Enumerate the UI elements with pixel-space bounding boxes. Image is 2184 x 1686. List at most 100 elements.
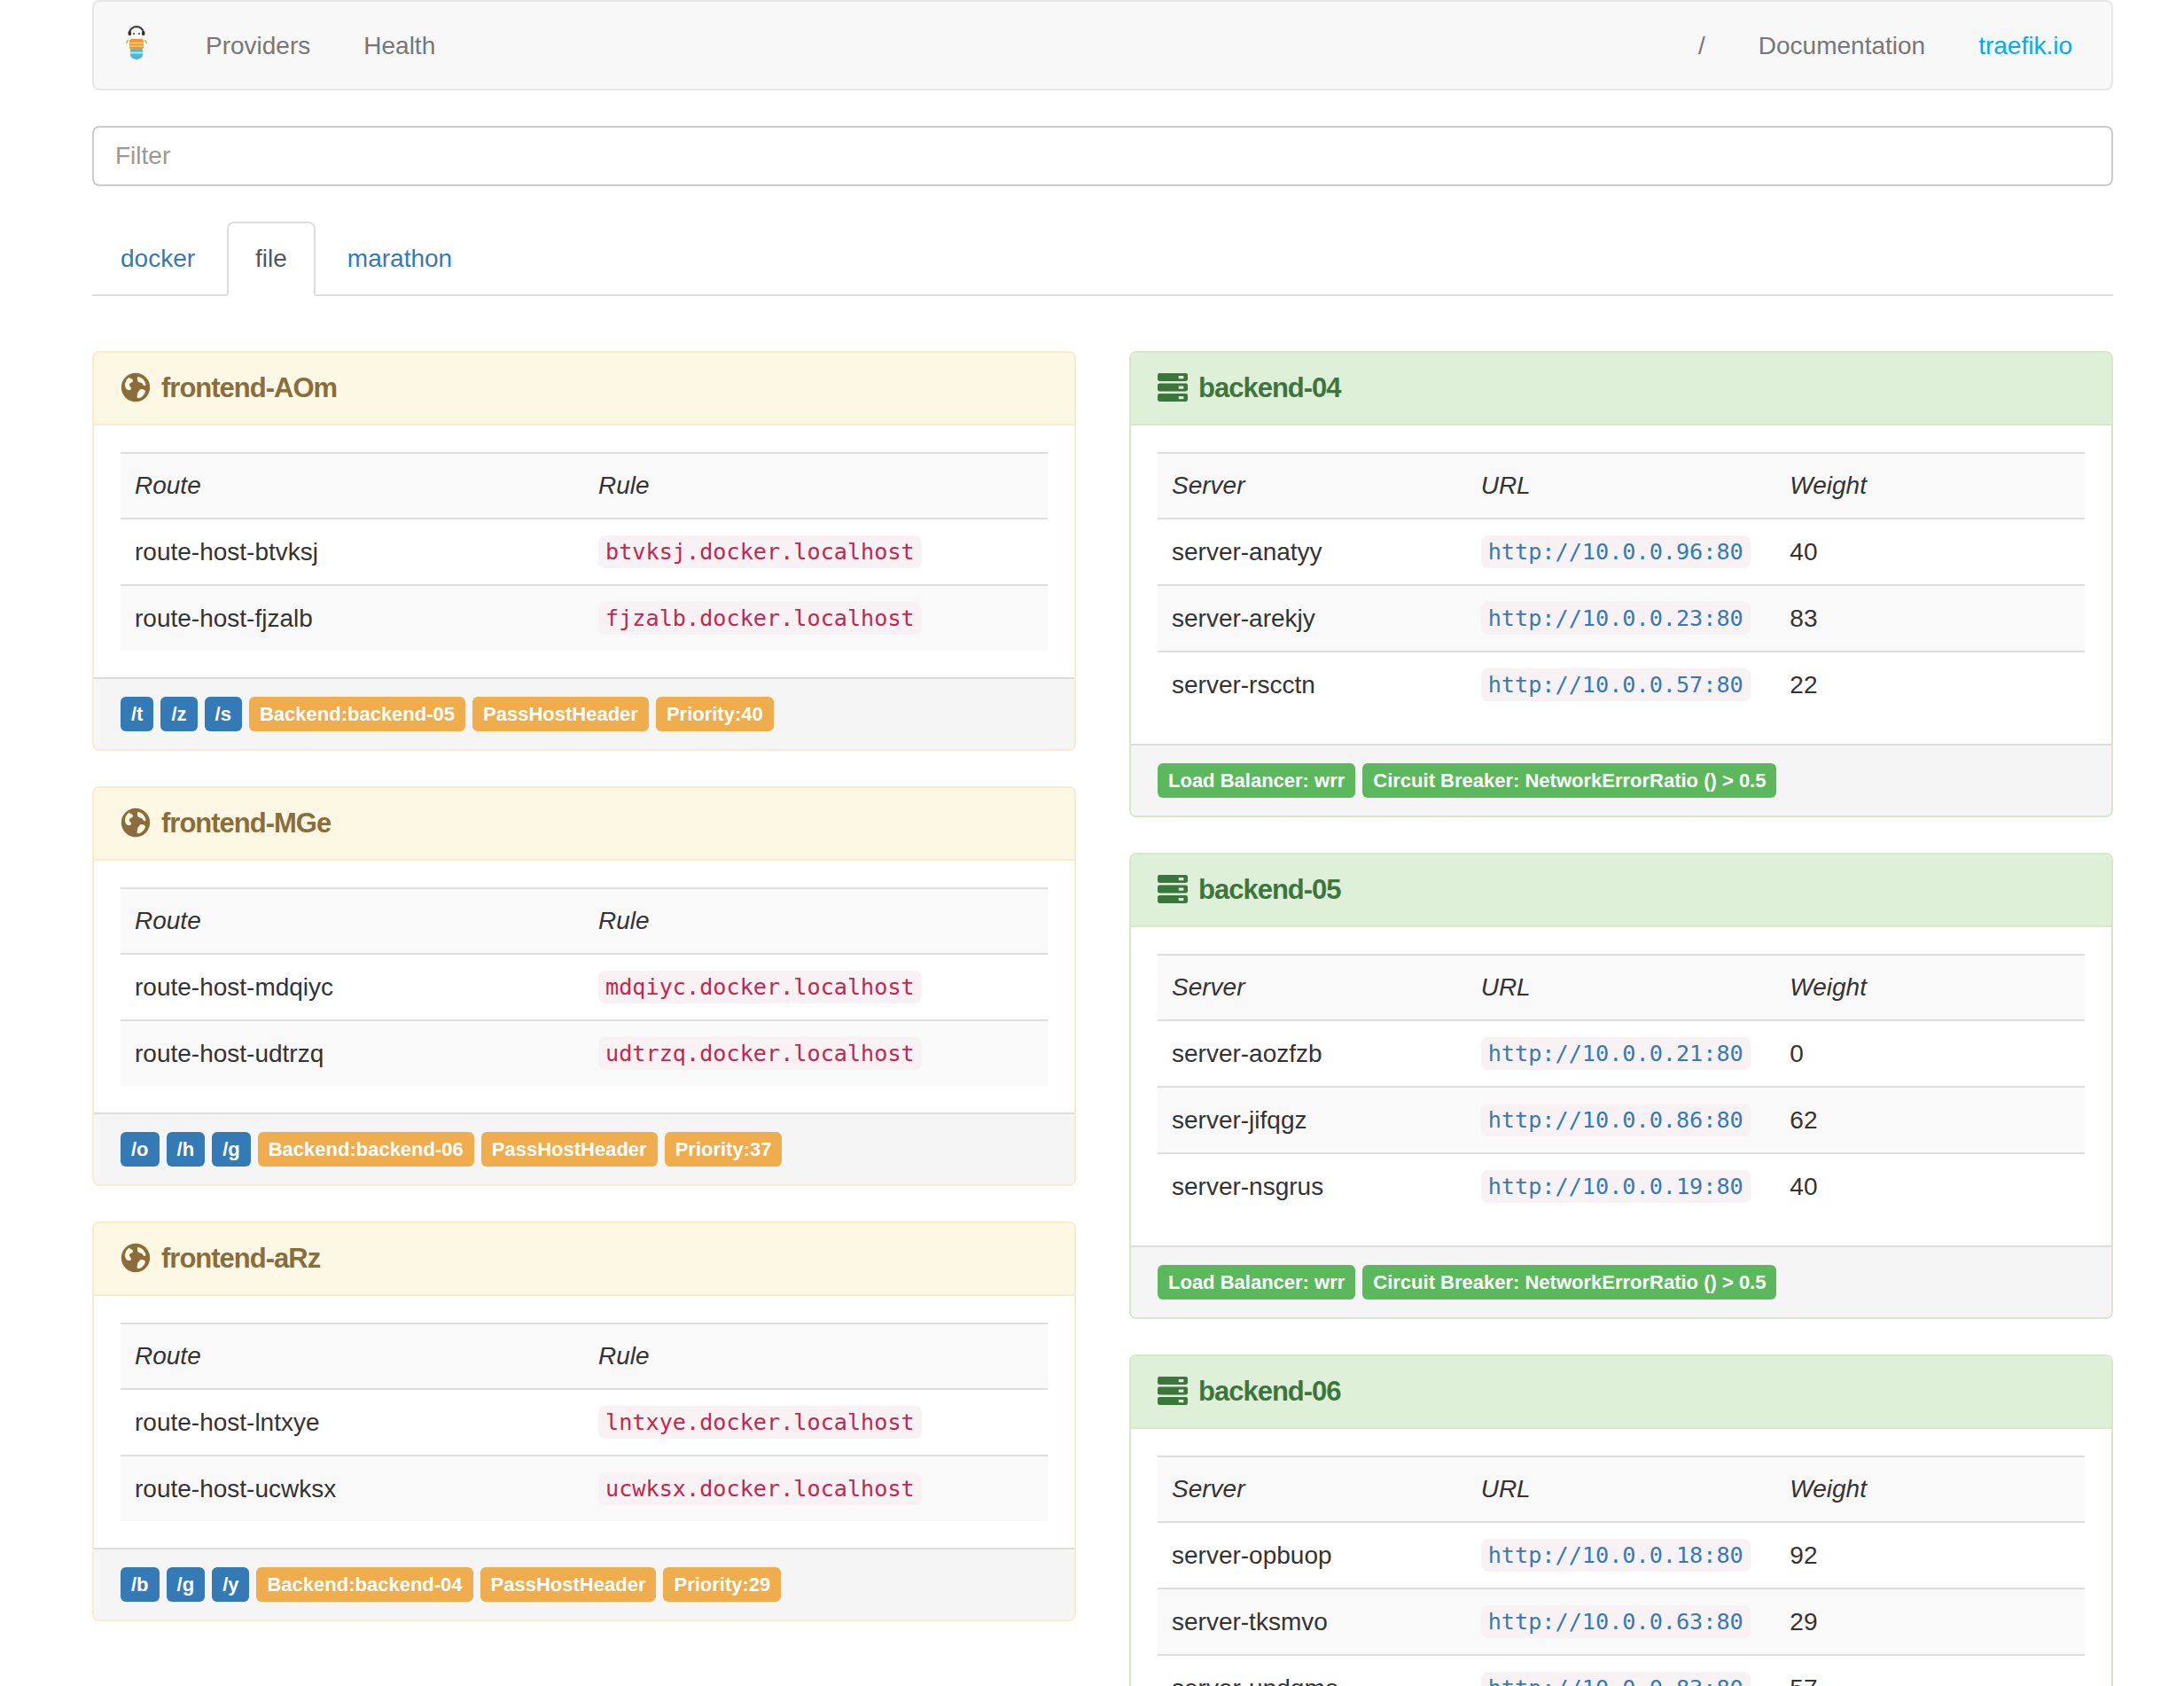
frontend-panel-footer: /o/h/gBackend:backend-06PassHostHeaderPr…	[94, 1112, 1074, 1184]
frontend-panel-footer: /t/z/sBackend:backend-05PassHostHeaderPr…	[94, 677, 1074, 749]
entrypoint-badge: /t	[121, 697, 153, 731]
routes-col-header: Rule	[584, 1323, 1048, 1389]
entrypoint-badge: /o	[121, 1132, 160, 1167]
backend-title-text: backend-04	[1198, 372, 1341, 403]
frontend-panel-footer: /b/g/yBackend:backend-04PassHostHeaderPr…	[94, 1548, 1074, 1620]
server-url-link[interactable]: http://10.0.0.23:80	[1481, 604, 1751, 631]
server-rack-icon	[1158, 372, 1188, 402]
backend-badge: Load Balancer: wrr	[1158, 1265, 1355, 1300]
frontends-column: frontend-AOmRouteRuleroute-host-btvksjbt…	[92, 351, 1103, 1657]
backend-title-text: backend-05	[1198, 874, 1341, 905]
server-name-cell: server-arekjy	[1158, 585, 1467, 652]
filter-input[interactable]	[92, 126, 2113, 186]
frontend-title-text: frontend-MGe	[161, 808, 331, 839]
entrypoint-badge: /s	[205, 697, 242, 731]
server-url-code: http://10.0.0.57:80	[1481, 668, 1751, 701]
server-url-cell: http://10.0.0.23:80	[1467, 585, 1776, 652]
route-row: route-host-lntxyelntxye.docker.localhost	[121, 1389, 1048, 1456]
frontend-tag-badge: PassHostHeader	[481, 1132, 658, 1167]
routes-table: RouteRuleroute-host-lntxyelntxye.docker.…	[121, 1323, 1048, 1521]
route-name-cell: route-host-ucwksx	[121, 1456, 584, 1521]
nav-providers[interactable]: Providers	[179, 2, 337, 89]
frontend-panel: frontend-MGeRouteRuleroute-host-mdqiycmd…	[92, 786, 1076, 1186]
servers-col-header: Server	[1158, 453, 1467, 519]
server-url-link[interactable]: http://10.0.0.96:80	[1481, 537, 1751, 565]
backend-panel-body: ServerURLWeightserver-aozfzbhttp://10.0.…	[1131, 927, 2111, 1245]
server-row: server-updqmohttp://10.0.0.83:8057	[1158, 1655, 2085, 1686]
server-url-link[interactable]: http://10.0.0.19:80	[1481, 1172, 1751, 1199]
frontend-panel: frontend-aRz RouteRuleroute-host-lntxyeln…	[92, 1222, 1076, 1621]
server-name-cell: server-rscctn	[1158, 652, 1467, 717]
backend-panel-heading: backend-05	[1131, 855, 2111, 927]
server-weight-cell: 40	[1775, 1153, 2085, 1219]
entrypoint-badge: /b	[121, 1567, 160, 1602]
server-weight-cell: 92	[1775, 1522, 2085, 1588]
route-row: route-host-fjzalbfjzalb.docker.localhost	[121, 585, 1048, 651]
server-url-code: http://10.0.0.83:80	[1481, 1672, 1751, 1686]
traefik-logo-icon[interactable]	[94, 2, 165, 89]
server-name-cell: server-opbuop	[1158, 1522, 1467, 1588]
server-url-cell: http://10.0.0.83:80	[1467, 1655, 1776, 1686]
server-url-cell: http://10.0.0.57:80	[1467, 652, 1776, 717]
server-name-cell: server-aozfzb	[1158, 1020, 1467, 1087]
server-weight-cell: 57	[1775, 1655, 2085, 1686]
servers-col-header: URL	[1467, 453, 1776, 519]
server-url-link[interactable]: http://10.0.0.57:80	[1481, 670, 1751, 698]
frontend-panel-title: frontend-aRz	[121, 1241, 1048, 1276]
server-url-cell: http://10.0.0.86:80	[1467, 1087, 1776, 1153]
server-row: server-nsgrushttp://10.0.0.19:8040	[1158, 1153, 2085, 1219]
tab-link-docker[interactable]: docker	[92, 222, 223, 296]
server-rack-icon	[1158, 874, 1188, 904]
nav-traefik-io[interactable]: traefik.io	[1952, 2, 2099, 89]
server-row: server-opbuop http://10.0.0.18:80 92	[1158, 1522, 2085, 1588]
routes-col-header: Rule	[584, 453, 1048, 519]
servers-header-row: ServerURLWeight	[1158, 453, 2085, 519]
frontend-tag-badge: Priority:40	[656, 697, 774, 731]
rule-code: mdqiyc.docker.localhost	[598, 971, 922, 1003]
rule-code: btvksj.docker.localhost	[598, 535, 922, 568]
rule-code: lntxye.docker.localhost	[598, 1406, 922, 1439]
rule-cell: btvksj.docker.localhost	[584, 519, 1048, 585]
server-url-link[interactable]: http://10.0.0.83:80	[1481, 1674, 1751, 1686]
frontend-tag-badge: Backend:backend-04	[256, 1567, 472, 1602]
server-row: server-jifqgz http://10.0.0.86:80 62	[1158, 1087, 2085, 1153]
server-url-cell: http://10.0.0.96:80	[1467, 519, 1776, 585]
nav-health[interactable]: Health	[337, 2, 462, 89]
server-url-link[interactable]: http://10.0.0.21:80	[1481, 1039, 1751, 1066]
server-url-code: http://10.0.0.21:80	[1481, 1037, 1751, 1070]
tab-link-marathon[interactable]: marathon	[319, 222, 480, 296]
server-url-link[interactable]: http://10.0.0.86:80	[1481, 1105, 1751, 1133]
server-url-link[interactable]: http://10.0.0.63:80	[1481, 1607, 1751, 1635]
servers-header-row: ServerURLWeight	[1158, 1456, 2085, 1522]
routes-col-header: Route	[121, 1323, 584, 1389]
frontend-panel-heading: frontend-AOm	[94, 353, 1074, 425]
routes-header-row: RouteRule	[121, 888, 1048, 954]
routes-header-row: RouteRule	[121, 1323, 1048, 1389]
globe-icon	[121, 1243, 151, 1273]
tab-link-file[interactable]: file	[227, 222, 316, 296]
entrypoint-badge: /y	[212, 1567, 249, 1602]
server-weight-cell: 62	[1775, 1087, 2085, 1153]
servers-col-header: URL	[1467, 1456, 1776, 1522]
backend-badge: Circuit Breaker: NetworkErrorRatio () > …	[1362, 763, 1776, 798]
route-row: route-host-udtrzqudtrzq.docker.localhost	[121, 1020, 1048, 1086]
server-name-cell: server-tksmvo	[1158, 1588, 1467, 1655]
backend-panel: backend-04 ServerURLWeightserver-anatyyht…	[1129, 351, 2113, 817]
server-url-link[interactable]: http://10.0.0.18:80	[1481, 1541, 1751, 1568]
entrypoint-badge: /g	[167, 1567, 206, 1602]
nav-documentation[interactable]: Documentation	[1732, 2, 1952, 89]
frontend-panel-title: frontend-MGe	[121, 806, 1048, 841]
backend-panel-body: ServerURLWeightserver-opbuop http://10.0.…	[1131, 1429, 2111, 1686]
server-rack-icon	[1158, 1376, 1188, 1406]
backend-panel-title: backend-04	[1158, 371, 2085, 406]
server-row: server-anatyyhttp://10.0.0.96:8040	[1158, 519, 2085, 585]
globe-icon	[121, 372, 151, 402]
servers-col-header: Weight	[1775, 955, 2085, 1020]
route-name-cell: route-host-btvksj	[121, 519, 584, 585]
server-name-cell: server-jifqgz	[1158, 1087, 1467, 1153]
backend-panel-heading: backend-06	[1131, 1356, 2111, 1429]
rule-cell: lntxye.docker.localhost	[584, 1389, 1048, 1456]
server-url-cell: http://10.0.0.19:80	[1467, 1153, 1776, 1219]
panels-row: frontend-AOmRouteRuleroute-host-btvksjbt…	[92, 351, 2113, 1686]
frontend-tag-badge: Backend:backend-05	[249, 697, 465, 731]
